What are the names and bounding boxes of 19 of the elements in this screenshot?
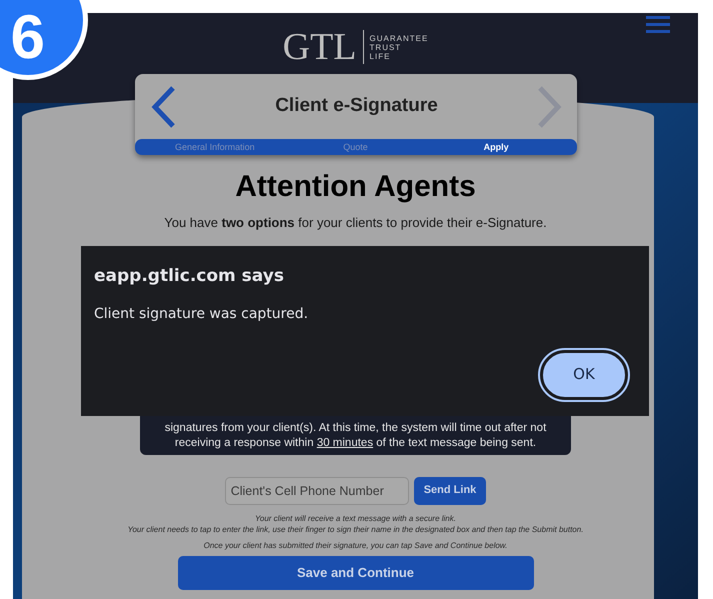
step-badge: 6 [0, 0, 88, 80]
intro-text: You have two options for your clients to provide their e-Signature. [164, 214, 547, 232]
instruction-text: Your client will receive a text message with a secure link. [255, 512, 456, 524]
logo-mark: GTL [282, 28, 357, 66]
logo-text: GUARANTEE [370, 34, 428, 42]
save-continue-button[interactable]: Save and Continue [178, 556, 534, 590]
menu-icon[interactable] [646, 16, 670, 33]
send-link-button[interactable]: Send Link [414, 476, 486, 504]
card-title: Client e-Signature [275, 94, 438, 118]
logo-text: TRUST [370, 42, 402, 52]
dialog-message: Client signature was captured. [94, 304, 310, 324]
step-tab[interactable]: Apply [426, 142, 566, 152]
phone-input-field[interactable]: Client's Cell Phone Number [224, 476, 409, 504]
instruction-text: Your client needs to tap to enter the link, use their finger to sign their name in the designated box and then tap the Submit button. [128, 524, 584, 534]
ok-button[interactable]: OK [540, 350, 628, 400]
logo-text: LIFE [370, 52, 392, 60]
instruction-text: Once your client has submitted their signature, you can tap Save and Continue below. [204, 540, 508, 550]
page-heading: Attention Agents [235, 169, 476, 205]
dialog-title: eapp.gtlic.com says [94, 265, 285, 288]
